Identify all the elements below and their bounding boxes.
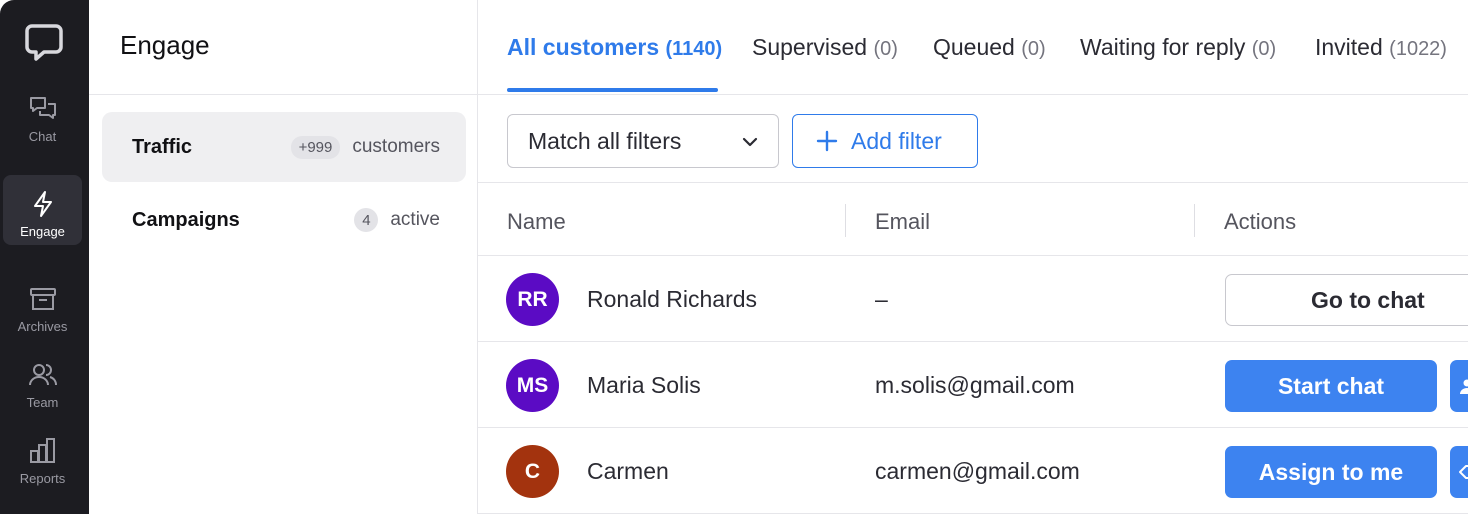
avatar: MS (506, 359, 559, 412)
match-filters-select[interactable]: Match all filters (507, 114, 779, 168)
count-badge: +999 (290, 135, 341, 159)
avatar: C (506, 445, 559, 498)
add-filter-button[interactable]: Add filter (792, 114, 978, 168)
rail-label: Archives (17, 319, 68, 334)
tab-label: Supervised (752, 34, 868, 60)
rail-label: Team (26, 395, 59, 410)
tab-waiting-for-reply[interactable]: Waiting for reply (0) (1080, 34, 1276, 61)
customer-tabs: All customers (1140) Supervised (0) Queu… (478, 0, 1468, 95)
rail-item-chat[interactable]: Chat (3, 80, 82, 150)
avatar: RR (506, 273, 559, 326)
count-unit: customers (352, 136, 440, 157)
bar-chart-icon (29, 438, 55, 463)
table-row[interactable]: MS Maria Solis m.solis@gmail.com Start c… (478, 342, 1468, 428)
customer-email: m.solis@gmail.com (875, 372, 1075, 398)
tab-queued[interactable]: Queued (0) (933, 34, 1046, 61)
start-chat-button[interactable]: Start chat (1225, 360, 1437, 412)
tab-label: Queued (933, 34, 1015, 60)
tab-count: (0) (873, 38, 898, 60)
archive-box-icon (29, 288, 56, 310)
tab-label: Invited (1315, 34, 1383, 60)
table-row[interactable]: RR Ronald Richards – Go to chat (478, 256, 1468, 342)
select-value: Match all filters (528, 127, 682, 154)
column-header-email[interactable]: Email (875, 209, 930, 235)
panel-item-traffic[interactable]: Traffic +999 customers (102, 112, 466, 182)
rail-label: Chat (28, 129, 57, 144)
panel-item-label: Campaigns (132, 208, 240, 231)
more-actions-button[interactable] (1450, 360, 1468, 412)
engage-panel: Engage Traffic +999 customers Campaigns … (89, 0, 478, 514)
main-content: All customers (1140) Supervised (0) Queu… (478, 0, 1468, 514)
team-icon (28, 364, 57, 386)
column-header-actions: Actions (1224, 209, 1297, 234)
rail-item-archives[interactable]: Archives (3, 270, 82, 340)
rail-label: Engage (20, 224, 65, 239)
tab-count: (1140) (665, 38, 723, 60)
customer-name: Ronald Richards (587, 286, 758, 312)
column-header-name[interactable]: Name (507, 209, 566, 235)
plus-icon (816, 130, 838, 152)
rail-item-team[interactable]: Team (3, 346, 82, 416)
panel-header: Engage (89, 0, 477, 95)
column-divider (1194, 204, 1195, 237)
rail-item-engage[interactable]: Engage (3, 175, 82, 245)
column-divider (845, 204, 846, 237)
tab-supervised[interactable]: Supervised (0) (752, 34, 898, 61)
customer-name: Carmen (587, 458, 669, 484)
panel-item-campaigns[interactable]: Campaigns 4 active (102, 185, 466, 255)
rail-label: Reports (19, 471, 66, 486)
person-icon (1460, 379, 1468, 394)
tab-count: (0) (1251, 38, 1277, 60)
add-filter-label: Add filter (851, 127, 942, 154)
count-badge: 4 (354, 208, 379, 232)
lightning-icon (33, 191, 52, 217)
tab-invited[interactable]: Invited (1022) (1315, 34, 1447, 61)
panel-title: Engage (120, 29, 210, 60)
chevron-down-icon (742, 137, 758, 147)
filter-bar: Match all filters Add filter (478, 95, 1468, 183)
table-header: Name Email Actions (478, 183, 1468, 256)
customer-email: – (875, 286, 888, 312)
table-row[interactable]: C Carmen carmen@gmail.com Assign to me (478, 428, 1468, 514)
tag-icon (1459, 465, 1468, 479)
panel-item-label: Traffic (132, 135, 193, 158)
rail-item-reports[interactable]: Reports (3, 422, 82, 492)
go-to-chat-button[interactable]: Go to chat (1225, 274, 1468, 326)
app-rail: Chat Engage Archives Team Reports (0, 0, 89, 514)
active-tab-indicator (507, 88, 718, 92)
tab-label: All customers (507, 34, 660, 60)
count-unit: active (390, 209, 440, 230)
tab-count: (1022) (1389, 38, 1447, 60)
assign-to-me-button[interactable]: Assign to me (1225, 446, 1437, 498)
tab-all-customers[interactable]: All customers (1140) (507, 34, 722, 61)
tab-count: (0) (1021, 38, 1046, 60)
tab-label: Waiting for reply (1080, 34, 1246, 60)
more-actions-button[interactable] (1450, 446, 1468, 498)
customer-name: Maria Solis (587, 372, 701, 398)
app-logo-icon[interactable] (24, 22, 64, 62)
customer-email: carmen@gmail.com (875, 458, 1080, 484)
chat-bubbles-icon (29, 97, 56, 119)
